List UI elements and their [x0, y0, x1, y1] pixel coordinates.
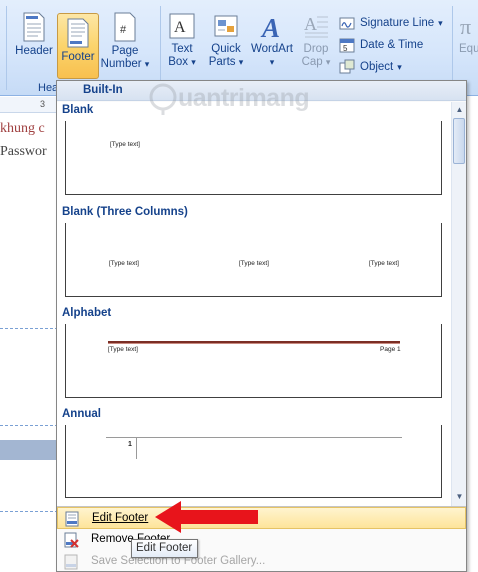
signature-line-label: Signature Line: [360, 17, 435, 29]
quick-parts-label-1: Quick: [211, 43, 241, 55]
wordart-button[interactable]: A WordArt ▾: [248, 8, 296, 78]
alphabet-rule: [108, 341, 400, 344]
signature-icon: [339, 17, 355, 30]
text-box-label-1: Text: [171, 43, 193, 55]
header-boundary: [0, 328, 58, 329]
text-box-icon: A: [169, 13, 195, 39]
watermark-text: uantrimang: [178, 84, 310, 112]
gallery-section-title: Alphabet: [62, 307, 112, 319]
wordart-label: WordArt: [251, 43, 293, 55]
gallery-section-title: Blank: [62, 104, 94, 116]
chevron-down-icon: ▾: [397, 61, 402, 72]
gallery-section-title: Blank (Three Columns): [62, 206, 188, 218]
wordart-icon: A: [260, 13, 280, 40]
placeholder-text: [Type text]: [108, 346, 138, 353]
footer-option-alphabet[interactable]: [Type text] Page 1: [65, 324, 442, 398]
ribbon-separator: [160, 6, 161, 90]
chevron-down-icon: ▾: [269, 57, 275, 67]
page-number-text: 1: [128, 441, 132, 448]
page-boundary: [0, 511, 58, 512]
header-button[interactable]: Header: [12, 8, 56, 78]
placeholder-text: [Type text]: [239, 260, 269, 267]
footer-icon: [67, 18, 89, 48]
red-arrow-icon: [155, 501, 258, 533]
svg-text:A: A: [304, 14, 317, 34]
document-area: [0, 97, 58, 572]
object-button[interactable]: Object ▾: [339, 57, 402, 77]
edit-footer-icon: [65, 511, 79, 527]
equation-label: Equ: [459, 43, 478, 55]
document-line-1: khung c: [0, 121, 45, 136]
gallery-list[interactable]: Blank [Type text] Blank (Three Columns) …: [57, 102, 451, 506]
svg-text:A: A: [174, 19, 186, 36]
ruler-mark: 3: [40, 99, 46, 109]
quick-parts-icon: [214, 15, 238, 37]
drop-cap-icon: A: [304, 14, 328, 38]
watermark: uantrimang: [148, 82, 328, 118]
document-right-edge: [466, 97, 478, 572]
ribbon-separator: [6, 6, 7, 90]
scroll-down-icon[interactable]: ▼: [452, 490, 467, 504]
footer-boundary: [0, 425, 58, 426]
scroll-thumb[interactable]: [453, 118, 465, 164]
header-icon: [23, 12, 45, 42]
quick-parts-button[interactable]: Quick Parts ▾: [205, 8, 247, 78]
quick-parts-label-2: Parts: [208, 56, 236, 68]
drop-cap-label-1: Drop: [303, 43, 329, 55]
ribbon-separator: [452, 6, 453, 90]
annual-divider: [136, 437, 137, 459]
footer-label: Footer: [61, 51, 95, 63]
equation-icon: π: [460, 14, 471, 39]
edit-footer-menu-item[interactable]: Edit Footer: [57, 507, 466, 529]
object-icon: [339, 59, 355, 74]
equation-button[interactable]: π Equ: [456, 8, 478, 78]
chevron-down-icon: ▾: [191, 57, 196, 67]
footer-button[interactable]: Footer: [57, 13, 99, 79]
header-label: Header: [15, 45, 53, 57]
save-selection-menu-item[interactable]: Save Selection to Footer Gallery...: [57, 551, 466, 572]
svg-text:A: A: [260, 13, 280, 40]
page-text: Page 1: [380, 346, 401, 353]
footer-option-annual[interactable]: 1: [65, 425, 442, 498]
ruler: 3: [0, 97, 58, 113]
footer-option-blank-three-columns[interactable]: [Type text] [Type text] [Type text]: [65, 223, 442, 297]
footer-option-blank[interactable]: [Type text]: [65, 121, 442, 195]
edit-footer-label: Edit Footer: [92, 512, 149, 524]
scroll-up-icon[interactable]: ▲: [452, 103, 467, 117]
date-time-label: Date & Time: [360, 39, 424, 51]
annual-rule: [106, 437, 402, 438]
object-label: Object: [360, 61, 394, 73]
lightbulb-icon: [149, 83, 177, 115]
page-gap: [0, 440, 58, 460]
tooltip: Edit Footer: [131, 539, 198, 558]
page-number-button[interactable]: # Page Number ▾: [100, 8, 150, 78]
remove-footer-icon: [64, 532, 79, 548]
date-time-button[interactable]: 5 Date & Time: [339, 35, 423, 55]
svg-text:#: #: [120, 24, 127, 36]
gallery-scrollbar[interactable]: ▲ ▼: [451, 102, 466, 506]
text-box-label-2: Box: [168, 56, 189, 68]
chevron-down-icon: ▾: [325, 57, 331, 67]
placeholder-text: [Type text]: [369, 260, 399, 267]
placeholder-text: [Type text]: [110, 141, 140, 148]
placeholder-text: [Type text]: [109, 260, 139, 267]
chevron-down-icon: ▾: [144, 59, 150, 69]
svg-text:π: π: [460, 14, 471, 39]
chevron-down-icon: ▾: [238, 57, 244, 67]
svg-text:5: 5: [343, 44, 348, 53]
page-number-icon: #: [114, 12, 136, 42]
remove-footer-menu-item[interactable]: Remove Footer: [57, 529, 466, 551]
gallery-section-title: Annual: [62, 408, 101, 420]
save-selection-icon: [64, 554, 78, 570]
drop-cap-button[interactable]: A Drop Cap ▾: [298, 8, 334, 78]
chevron-down-icon: ▾: [438, 17, 443, 28]
calendar-icon: 5: [339, 38, 355, 53]
footer-gallery-dropdown: Built-In Blank [Type text] Blank (Three …: [56, 80, 467, 572]
drop-cap-label-2: Cap: [301, 56, 323, 68]
document-line-2: Passwor: [0, 144, 47, 159]
page-number-label-1: Page: [111, 45, 139, 57]
page-number-label-2: Number: [100, 58, 142, 70]
signature-line-button[interactable]: Signature Line ▾: [339, 13, 443, 33]
text-box-button[interactable]: A Text Box ▾: [164, 8, 200, 78]
